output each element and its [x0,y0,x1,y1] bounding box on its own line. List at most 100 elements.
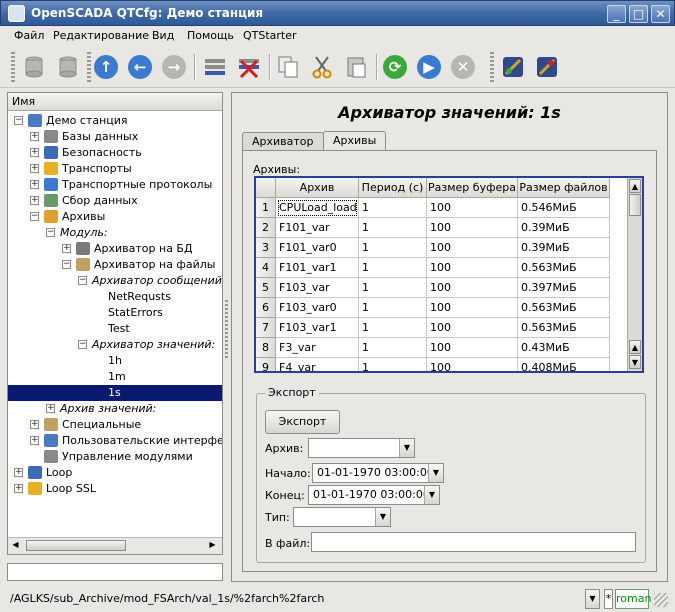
table-cell[interactable]: 100 [427,358,518,371]
tree-item[interactable]: + Транспорты [8,161,222,177]
expand-icon[interactable]: + [14,468,23,477]
tree-item[interactable]: 1s [8,385,222,401]
tree-item[interactable]: + Loop SSL [8,481,222,497]
menu-help[interactable]: Помощь [187,29,234,42]
table-cell[interactable]: 1 [359,198,427,218]
row-header[interactable]: 3 [256,238,276,258]
table-cell[interactable]: 100 [427,298,518,318]
close-button[interactable]: ✕ [651,5,670,23]
type-select[interactable]: ▼ [293,507,391,527]
tree-item[interactable]: + Сбор данных [8,193,222,209]
tree-item[interactable]: + Безопасность [8,145,222,161]
tree-item[interactable]: Test [8,321,222,337]
tree-item[interactable]: − Архиватор на файлы [8,257,222,273]
tree-item[interactable]: NetRequsts [8,289,222,305]
file-path-input[interactable] [311,532,636,552]
row-header[interactable]: 2 [256,218,276,238]
table-cell[interactable]: 0.43МиБ [518,338,610,358]
table-cell[interactable]: F103_var [276,278,359,298]
db-save-icon[interactable] [53,52,83,82]
up-icon[interactable]: ↑ [91,52,121,82]
archive-select[interactable]: ▼ [308,438,415,458]
chevron-down-icon[interactable]: ▼ [585,589,600,609]
table-cell[interactable]: 0.39МиБ [518,218,610,238]
table-cell[interactable]: 0.39МиБ [518,238,610,258]
table-cell[interactable]: 1 [359,278,427,298]
column-header[interactable]: Период (с) [359,178,427,198]
table-cell[interactable]: 100 [427,318,518,338]
cut-icon[interactable] [307,52,337,82]
table-cell[interactable]: F101_var1 [276,258,359,278]
db-load-icon[interactable] [19,52,49,82]
tree-item[interactable]: + Пользовательские интерфейсы [8,433,222,449]
expand-icon[interactable]: + [14,484,23,493]
table-cell[interactable]: 0.563МиБ [518,298,610,318]
collapse-icon[interactable]: − [78,276,87,285]
table-cell[interactable]: 100 [427,218,518,238]
table-cell[interactable]: 1 [359,298,427,318]
expand-icon[interactable]: + [30,164,39,173]
row-header[interactable]: 9 [256,358,276,371]
tree-item[interactable]: + Loop [8,465,222,481]
table-cell[interactable]: 100 [427,278,518,298]
row-header[interactable]: 7 [256,318,276,338]
forward-icon[interactable]: → [159,52,189,82]
expand-icon[interactable]: + [30,436,39,445]
table-cell[interactable]: 1 [359,358,427,371]
back-icon[interactable]: ← [125,52,155,82]
table-cell[interactable]: 0.408МиБ [518,358,610,371]
table-cell[interactable]: 1 [359,238,427,258]
collapse-icon[interactable]: − [14,116,23,125]
scroll-left-icon[interactable]: ◀ [10,540,21,551]
menu-view[interactable]: Вид [152,29,174,42]
tree-item[interactable]: StatErrors [8,305,222,321]
scroll-up-icon[interactable]: ▲ [629,340,641,354]
tree-item[interactable]: − Модуль: [8,225,222,241]
tree-item[interactable]: + Архиватор на БД [8,241,222,257]
tree-item[interactable]: + Специальные [8,417,222,433]
expand-icon[interactable]: + [30,132,39,141]
table-cell[interactable]: F3_var [276,338,359,358]
row-header[interactable]: 5 [256,278,276,298]
table-cell[interactable]: F103_var1 [276,318,359,338]
tree-item[interactable]: − Архивы [8,209,222,225]
table-cell[interactable]: 100 [427,238,518,258]
stop-icon[interactable]: ✕ [448,52,478,82]
column-header[interactable]: Размер буфера [427,178,518,198]
archives-table[interactable]: Архив Период (с) Размер буфера Размер фа… [254,176,644,373]
row-header[interactable]: 4 [256,258,276,278]
table-cell[interactable]: 0.546МиБ [518,198,610,218]
resize-grip-icon[interactable] [654,593,668,607]
tab-archivator[interactable]: Архиватор [242,132,324,151]
toolbar-grip[interactable] [11,52,15,82]
paste-icon[interactable] [341,52,371,82]
table-cell[interactable]: F4_var [276,358,359,371]
table-cell[interactable]: F101_var [276,218,359,238]
row-header[interactable]: 1 [256,198,276,218]
tree-item[interactable]: + Базы данных [8,129,222,145]
expand-icon[interactable]: + [30,420,39,429]
user-badge[interactable]: roman [615,589,651,609]
row-header[interactable]: 8 [256,338,276,358]
table-cell[interactable]: 0.563МиБ [518,258,610,278]
tree-item[interactable]: Управление модулями [8,449,222,465]
table-cell[interactable]: 100 [427,338,518,358]
export-button[interactable]: Экспорт [265,410,340,434]
chevron-down-icon[interactable]: ▼ [399,439,414,457]
splitter-handle[interactable] [225,300,228,360]
disconnect-icon[interactable] [532,52,562,82]
table-cell[interactable]: CPULoad_load [276,198,359,218]
tree-item[interactable]: − Архиватор сообщений [8,273,222,289]
table-cell[interactable]: F103_var0 [276,298,359,318]
chevron-down-icon[interactable]: ▼ [424,486,439,504]
minimize-button[interactable]: _ [607,5,626,23]
table-cell[interactable]: 1 [359,258,427,278]
chevron-down-icon[interactable]: ▼ [428,464,443,482]
menu-file[interactable]: Файл [14,29,44,42]
column-header[interactable]: Размер файлов [518,178,610,198]
scroll-right-icon[interactable]: ▶ [207,540,218,551]
connect-icon[interactable] [498,52,528,82]
menu-edit[interactable]: Редактирование [53,29,149,42]
chevron-down-icon[interactable]: ▼ [375,508,390,526]
collapse-icon[interactable]: − [62,260,71,269]
